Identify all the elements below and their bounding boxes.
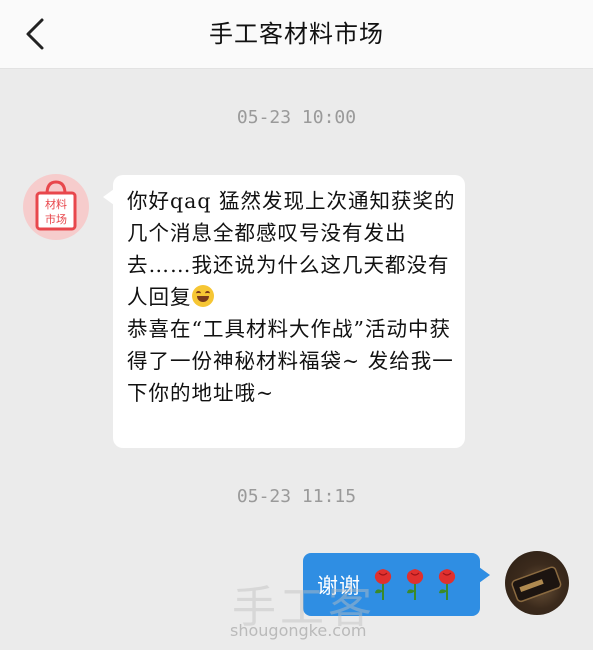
- message-bubble-shop[interactable]: 你好qaq 猛然发现上次通知获奖的几个消息全都感叹号没有发出去……我还说为什么这…: [103, 175, 465, 448]
- svg-text:材料: 材料: [45, 197, 67, 211]
- message-text-part1: 你好qaq 猛然发现上次通知获奖的几个消息全都感叹号没有发出去……我还说为什么这…: [127, 189, 456, 309]
- rose-icon: [438, 569, 456, 600]
- nav-bar: 手工客材料市场: [0, 0, 593, 69]
- message-text-part2: 恭喜在“工具材料大作战”活动中获得了一份神秘材料福袋~ 发给我一下你的地址哦~: [127, 317, 454, 405]
- shopping-bag-icon: 材料 市场: [35, 180, 77, 231]
- user-avatar[interactable]: [505, 551, 569, 615]
- watermark-url: shougongke.com: [230, 621, 367, 640]
- laughing-emoji-icon: [191, 285, 214, 307]
- message-timestamp: 05-23 10:00: [236, 107, 357, 128]
- shop-avatar[interactable]: 材料 市场: [23, 174, 89, 240]
- wallet-photo-icon: [511, 566, 562, 603]
- rose-icon: [406, 569, 424, 600]
- message-timestamp: 05-23 11:15: [236, 486, 357, 507]
- svg-text:市场: 市场: [45, 212, 67, 226]
- message-text: 你好qaq 猛然发现上次通知获奖的几个消息全都感叹号没有发出去……我还说为什么这…: [127, 185, 457, 409]
- page-title: 手工客材料市场: [209, 20, 384, 48]
